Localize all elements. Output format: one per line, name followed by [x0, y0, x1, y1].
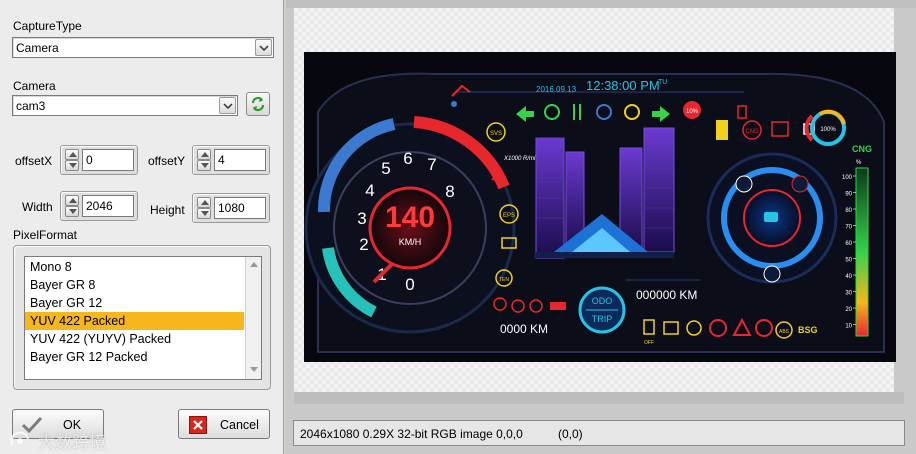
offset-x-label: offsetX: [15, 154, 53, 168]
camera-label: Camera: [13, 79, 56, 93]
offset-y-stepper[interactable]: 4: [192, 145, 270, 175]
odometer-readout: 000000 KM: [636, 288, 697, 302]
speed-unit: KM/H: [399, 237, 422, 247]
chevron-down-icon[interactable]: [255, 39, 272, 56]
offset-x-stepper[interactable]: 0: [60, 145, 138, 175]
decrement-button[interactable]: [65, 206, 79, 217]
cng-tick-label: 30: [845, 291, 852, 297]
increment-button[interactable]: [197, 149, 211, 160]
capture-type-value: Camera: [16, 41, 59, 55]
ten-label: TEN: [499, 277, 509, 283]
list-item[interactable]: Bayer GR 8: [25, 276, 244, 294]
image-display-area: 140 KM/H 0 1 2 3 4 5 6 7 8 SVS X1000 R/m…: [286, 0, 916, 454]
chevron-down-icon[interactable]: [219, 97, 236, 114]
width-label: Width: [22, 200, 53, 214]
odo-label: ODO: [592, 296, 613, 306]
abs-label: ABS: [779, 329, 790, 335]
decrement-button[interactable]: [197, 208, 211, 219]
svs-label: SVS: [490, 131, 502, 137]
increment-button[interactable]: [65, 195, 79, 206]
speed-readout: 140: [385, 201, 435, 234]
listbox-scrollbar[interactable]: [245, 257, 261, 379]
list-item[interactable]: Bayer GR 12: [25, 294, 244, 312]
height-stepper[interactable]: 1080: [192, 193, 270, 223]
bsg-label: BSG: [798, 325, 818, 335]
list-item-selected[interactable]: YUV 422 Packed: [25, 312, 244, 330]
decrement-button[interactable]: [197, 160, 211, 171]
width-stepper[interactable]: 2046: [60, 191, 138, 221]
dashboard-image: 140 KM/H 0 1 2 3 4 5 6 7 8 SVS X1000 R/m…: [304, 52, 896, 362]
capture-type-select[interactable]: Camera: [12, 37, 274, 58]
capture-type-label: CaptureType: [13, 19, 82, 33]
gauge-number: 0: [405, 275, 414, 294]
cng-tick-label: 100: [842, 175, 853, 181]
gauge-number: 7: [427, 155, 436, 174]
cng-tick-label: 90: [845, 192, 852, 198]
offset-y-input[interactable]: 4: [214, 149, 266, 171]
eps-label: EPS: [503, 213, 515, 219]
gauge-number: 4: [365, 181, 374, 200]
gauge-number: 2: [359, 235, 368, 254]
cng-tick-label: 60: [845, 241, 852, 247]
increment-button[interactable]: [197, 197, 211, 208]
pixel-format-frame: Mono 8 Bayer GR 8 Bayer GR 12 YUV 422 Pa…: [13, 245, 271, 390]
dashboard-time: 12:38:00 PM: [586, 78, 660, 93]
gauge-number: 5: [381, 159, 390, 178]
cng-label: CNG: [852, 144, 872, 154]
dashboard-date: 2016.09.13: [536, 85, 577, 94]
percent-label: 100%: [820, 127, 836, 133]
offset-y-label: offsetY: [148, 154, 186, 168]
image-canvas[interactable]: 140 KM/H 0 1 2 3 4 5 6 7 8 SVS X1000 R/m…: [294, 8, 896, 392]
image-info: 2046x1080 0.29X 32-bit RGB image 0,0,0: [300, 427, 523, 441]
offset-x-input[interactable]: 0: [82, 149, 134, 171]
watermark: 大数跨境: [8, 428, 148, 452]
scroll-down-icon[interactable]: [247, 363, 261, 377]
scroll-up-icon[interactable]: [247, 258, 261, 272]
cng-tick-label: 80: [845, 208, 852, 214]
status-bar: 2046x1080 0.29X 32-bit RGB image 0,0,0 (…: [293, 420, 905, 446]
cancel-button-label: Cancel: [220, 418, 259, 432]
list-item[interactable]: Bayer GR 12 Packed: [25, 348, 244, 366]
pixel-format-label: PixelFormat: [13, 228, 78, 242]
watermark-logo-icon: [10, 431, 29, 446]
top-border: [286, 0, 916, 8]
camera-value: cam3: [16, 99, 46, 113]
camera-preview-image: 140 KM/H 0 1 2 3 4 5 6 7 8 SVS X1000 R/m…: [304, 52, 896, 362]
gauge-number: 6: [403, 149, 412, 168]
increment-button[interactable]: [65, 149, 79, 160]
height-input[interactable]: 1080: [214, 197, 266, 219]
camera-select[interactable]: cam3: [12, 95, 238, 116]
cng-tick-label: 20: [845, 307, 852, 313]
cng-percent-sign: %: [856, 160, 862, 166]
rpm-label: X1000 R/min: [503, 156, 539, 162]
cng-tick-label: 70: [845, 225, 852, 231]
height-label: Height: [150, 203, 185, 217]
cancel-icon: [189, 416, 207, 434]
cng-tick-label: 50: [845, 258, 852, 264]
cng-tick-label: 10: [845, 324, 852, 330]
gauge-number: 8: [445, 182, 454, 201]
gauge-number: 3: [357, 209, 366, 228]
decrement-button[interactable]: [65, 160, 79, 171]
cng-badge: CNG: [745, 129, 759, 135]
cancel-button[interactable]: Cancel: [178, 409, 270, 439]
time-suffix: TU: [658, 79, 667, 86]
percent-small: 10%: [686, 109, 699, 115]
list-item[interactable]: Mono 8: [25, 258, 244, 276]
trip-label: TRIP: [592, 314, 613, 324]
capture-settings-panel: CaptureType Camera Camera cam3 offsetX 0…: [0, 0, 284, 454]
cursor-coordinates: (0,0): [558, 427, 583, 441]
width-input[interactable]: 2046: [82, 195, 134, 217]
refresh-icon: [251, 96, 265, 112]
list-item[interactable]: YUV 422 (YUYV) Packed: [25, 330, 244, 348]
horizontal-scrollbar[interactable]: [294, 392, 904, 404]
cng-tick-label: 40: [845, 274, 852, 280]
refresh-camera-button[interactable]: [246, 92, 270, 116]
off-label: OFF: [644, 340, 654, 346]
trip-readout: 0000 KM: [500, 322, 548, 336]
pixel-format-listbox[interactable]: Mono 8 Bayer GR 8 Bayer GR 12 YUV 422 Pa…: [24, 256, 262, 380]
